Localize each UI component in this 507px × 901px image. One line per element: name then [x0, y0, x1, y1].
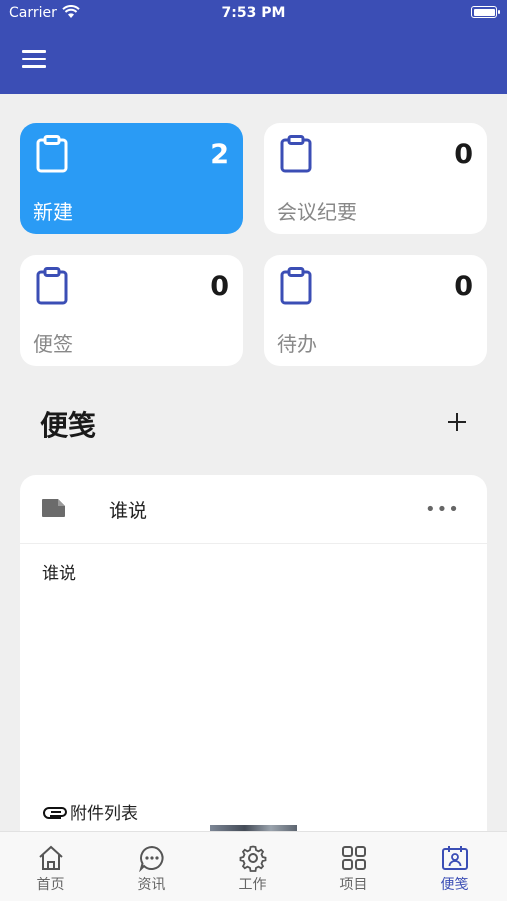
- grid-icon: [342, 846, 366, 870]
- note-icon: [41, 498, 67, 522]
- card-todo[interactable]: 0 待办: [264, 255, 487, 366]
- hamburger-icon-line: [22, 57, 46, 60]
- attachments-label: 附件列表: [70, 804, 138, 824]
- card-label: 便签: [33, 332, 73, 356]
- menu-button[interactable]: [22, 48, 48, 70]
- status-time: 7:53 PM: [221, 5, 286, 21]
- paperclip-icon: [42, 804, 68, 824]
- tab-news[interactable]: 资讯: [101, 832, 202, 901]
- tab-label: 工作: [238, 877, 267, 893]
- chat-bubble-icon: [139, 845, 164, 872]
- home-icon: [39, 845, 63, 870]
- tab-label: 项目: [339, 877, 368, 893]
- tab-home[interactable]: 首页: [0, 832, 101, 901]
- card-label: 新建: [33, 200, 73, 224]
- card-memo[interactable]: 0 便签: [20, 255, 243, 366]
- tab-bar: 首页 资讯 工作 项目 便笺: [0, 831, 507, 901]
- attachments-section: 附件列表: [42, 799, 138, 824]
- note-header: 谁说 •••: [20, 475, 487, 544]
- tab-notes[interactable]: 便笺: [404, 832, 505, 901]
- card-count: 0: [454, 271, 473, 302]
- tab-projects[interactable]: 项目: [303, 832, 404, 901]
- more-options-button[interactable]: •••: [425, 499, 460, 520]
- navigation-bar: [0, 28, 507, 94]
- tab-work[interactable]: 工作: [202, 832, 303, 901]
- clipboard-icon: [279, 267, 313, 309]
- status-bar: Carrier 7:53 PM: [0, 0, 507, 28]
- hamburger-icon-line: [22, 65, 46, 68]
- section-title: 便笺: [40, 409, 97, 442]
- calendar-person-icon: [442, 846, 468, 870]
- tab-label: 首页: [36, 877, 65, 893]
- hamburger-icon-line: [22, 50, 46, 53]
- clipboard-icon: [35, 267, 69, 309]
- clipboard-icon: [279, 135, 313, 177]
- gear-icon: [239, 845, 267, 872]
- note-title: 谁说: [109, 500, 148, 522]
- note-card[interactable]: 谁说 ••• 谁说 附件列表: [20, 475, 487, 855]
- tab-label: 资讯: [137, 877, 166, 893]
- card-label: 会议纪要: [277, 200, 357, 224]
- battery-icon: [471, 6, 500, 18]
- tab-label: 便笺: [440, 877, 469, 893]
- card-count: 0: [454, 139, 473, 170]
- add-note-button[interactable]: [446, 410, 470, 434]
- card-meeting-minutes[interactable]: 0 会议纪要: [264, 123, 487, 234]
- card-count: 2: [210, 139, 229, 170]
- clipboard-icon: [35, 135, 69, 177]
- card-label: 待办: [277, 332, 317, 356]
- card-new[interactable]: 2 新建: [20, 123, 243, 234]
- note-body: 谁说: [42, 564, 76, 584]
- card-count: 0: [210, 271, 229, 302]
